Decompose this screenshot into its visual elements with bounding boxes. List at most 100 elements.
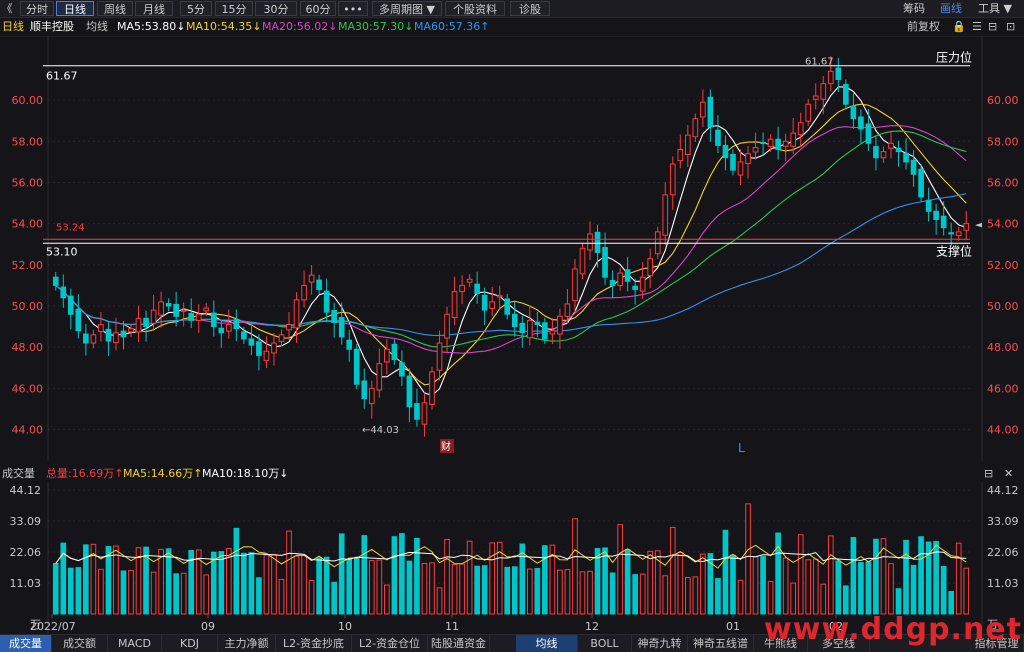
volume-bar <box>436 587 443 615</box>
volume-bar <box>399 533 405 615</box>
indicator-tab-3[interactable]: KDJ <box>162 635 218 652</box>
candle-body <box>241 331 247 340</box>
volume-bar <box>256 577 262 615</box>
y-tick-right: 58.00 <box>987 135 1019 148</box>
candle-body <box>632 285 638 291</box>
candle-body <box>421 402 428 425</box>
split-icon[interactable]: ⊟ <box>988 18 997 36</box>
candle-body <box>692 118 699 138</box>
volume-bar <box>444 539 450 615</box>
indicator-tab-4[interactable]: 主力净额 <box>218 635 276 652</box>
period-tab-4[interactable]: 5分 <box>180 1 212 16</box>
volume-bar <box>308 580 315 615</box>
indicator-tab-11[interactable]: 神奇五线谱 <box>688 635 754 652</box>
support-price-label: 53.24 <box>56 222 85 233</box>
period-tab-9[interactable]: 多周期图 ▼ <box>372 1 442 16</box>
period-tab-7[interactable]: 60分 <box>300 1 336 16</box>
volume-bar <box>624 549 631 615</box>
candle-body <box>98 324 104 333</box>
adjust-button[interactable]: 前复权 <box>907 18 940 36</box>
period-tab-2[interactable]: 周线 <box>97 1 133 16</box>
candle-body <box>873 146 879 159</box>
support-label: 支撑位 <box>936 243 972 258</box>
volume-bar <box>843 585 849 615</box>
volume-bar <box>474 565 480 615</box>
volume-settings-icon[interactable]: ⊟ <box>984 466 993 482</box>
candle-body <box>75 308 82 332</box>
volume-bar <box>180 572 187 615</box>
tools-menu-button[interactable]: 工具 ▼ <box>978 1 1012 16</box>
candle-body <box>293 299 300 329</box>
indicator-tab-8[interactable]: 均线 <box>516 635 578 652</box>
candle-body <box>301 284 307 301</box>
candlestick-chart[interactable]: 60.00 60.00 58.00 58.00 56.00 56.00 54.00 54.00… <box>0 36 1024 461</box>
back-icon[interactable]: 《 <box>0 1 14 16</box>
candle-body <box>67 295 74 315</box>
candle-body <box>963 223 970 231</box>
volume-bar <box>519 543 526 615</box>
volume-bar <box>805 559 812 615</box>
draw-line-button[interactable]: 画线 <box>940 1 962 16</box>
indicator-tab-2[interactable]: MACD <box>108 635 162 652</box>
candle-body <box>504 298 511 315</box>
ma-label[interactable]: 均线 <box>86 18 108 36</box>
period-tab-10[interactable]: 个股资料 <box>445 1 505 16</box>
volume-bar <box>963 567 970 615</box>
volume-bar <box>113 545 119 615</box>
volume-bar <box>790 582 797 615</box>
period-tab-1[interactable]: 日线 <box>56 1 94 16</box>
lock-icon[interactable]: 🔒 <box>952 18 966 36</box>
expand-icon[interactable]: ⊡ <box>1006 18 1015 36</box>
vol-y-tick-right: 33.09 <box>987 515 1019 528</box>
volume-bar <box>639 573 646 615</box>
volume-bar <box>241 552 247 615</box>
period-tab-3[interactable]: 月线 <box>135 1 173 16</box>
volume-bar <box>827 535 834 615</box>
period-tab-0[interactable]: 分时 <box>20 1 54 16</box>
candle-body <box>225 324 232 332</box>
candle-body <box>895 147 902 153</box>
volume-bar <box>52 562 59 615</box>
candle-body <box>248 338 255 346</box>
candle-body <box>669 163 676 196</box>
indicator-tab-7[interactable]: 陆股通资金 <box>428 635 490 652</box>
y-tick-right: 56.00 <box>987 176 1019 189</box>
volume-bar <box>767 580 774 615</box>
volume-close-icon[interactable]: ✕ <box>1004 466 1013 482</box>
volume-header: 成交量 总量:16.69万↑ MA5:14.66万↑ MA10:18.10万↓ … <box>0 466 1024 482</box>
period-tab-5[interactable]: 15分 <box>215 1 253 16</box>
volume-bar <box>421 562 428 615</box>
x-tick-label: 09 <box>201 620 215 633</box>
volume-bar <box>346 558 353 615</box>
watermark: www.ddgp.net <box>764 612 1022 647</box>
period-tab-6[interactable]: 30分 <box>255 1 297 16</box>
candle-body <box>865 123 872 144</box>
indicator-tab-6[interactable]: L2-资金仓位 <box>352 635 428 652</box>
candle-body <box>263 350 270 361</box>
menu-icon[interactable]: ☰ <box>972 18 982 36</box>
y-tick-left: 50.00 <box>12 300 44 313</box>
candle-body <box>429 371 435 405</box>
indicator-tab-0[interactable]: 成交量 <box>0 635 52 652</box>
indicator-tab-9[interactable]: BOLL <box>578 635 632 652</box>
volume-bar <box>865 561 872 615</box>
volume-bar <box>368 560 375 615</box>
volume-bar <box>338 533 345 615</box>
candle-body <box>519 322 526 334</box>
candle-body <box>444 313 450 339</box>
indicator-tab-5[interactable]: L2-资金抄底 <box>276 635 352 652</box>
candle-body <box>278 334 285 342</box>
period-tab-11[interactable]: 诊股 <box>510 1 550 16</box>
indicator-tab-10[interactable]: 神奇九转 <box>632 635 688 652</box>
volume-bar <box>376 559 383 615</box>
volume-bar <box>225 548 232 615</box>
volume-bar <box>602 547 608 615</box>
candle-body <box>481 294 488 311</box>
high-price-label: 61.67 <box>46 70 78 83</box>
period-tab-8[interactable]: ••• <box>338 1 368 16</box>
indicator-tab-1[interactable]: 成交额 <box>52 635 108 652</box>
volume-ma10: MA10:18.10万↓ <box>202 467 289 480</box>
candle-body <box>60 286 67 299</box>
chips-button[interactable]: 筹码 <box>903 1 925 16</box>
candle-body <box>835 67 842 81</box>
